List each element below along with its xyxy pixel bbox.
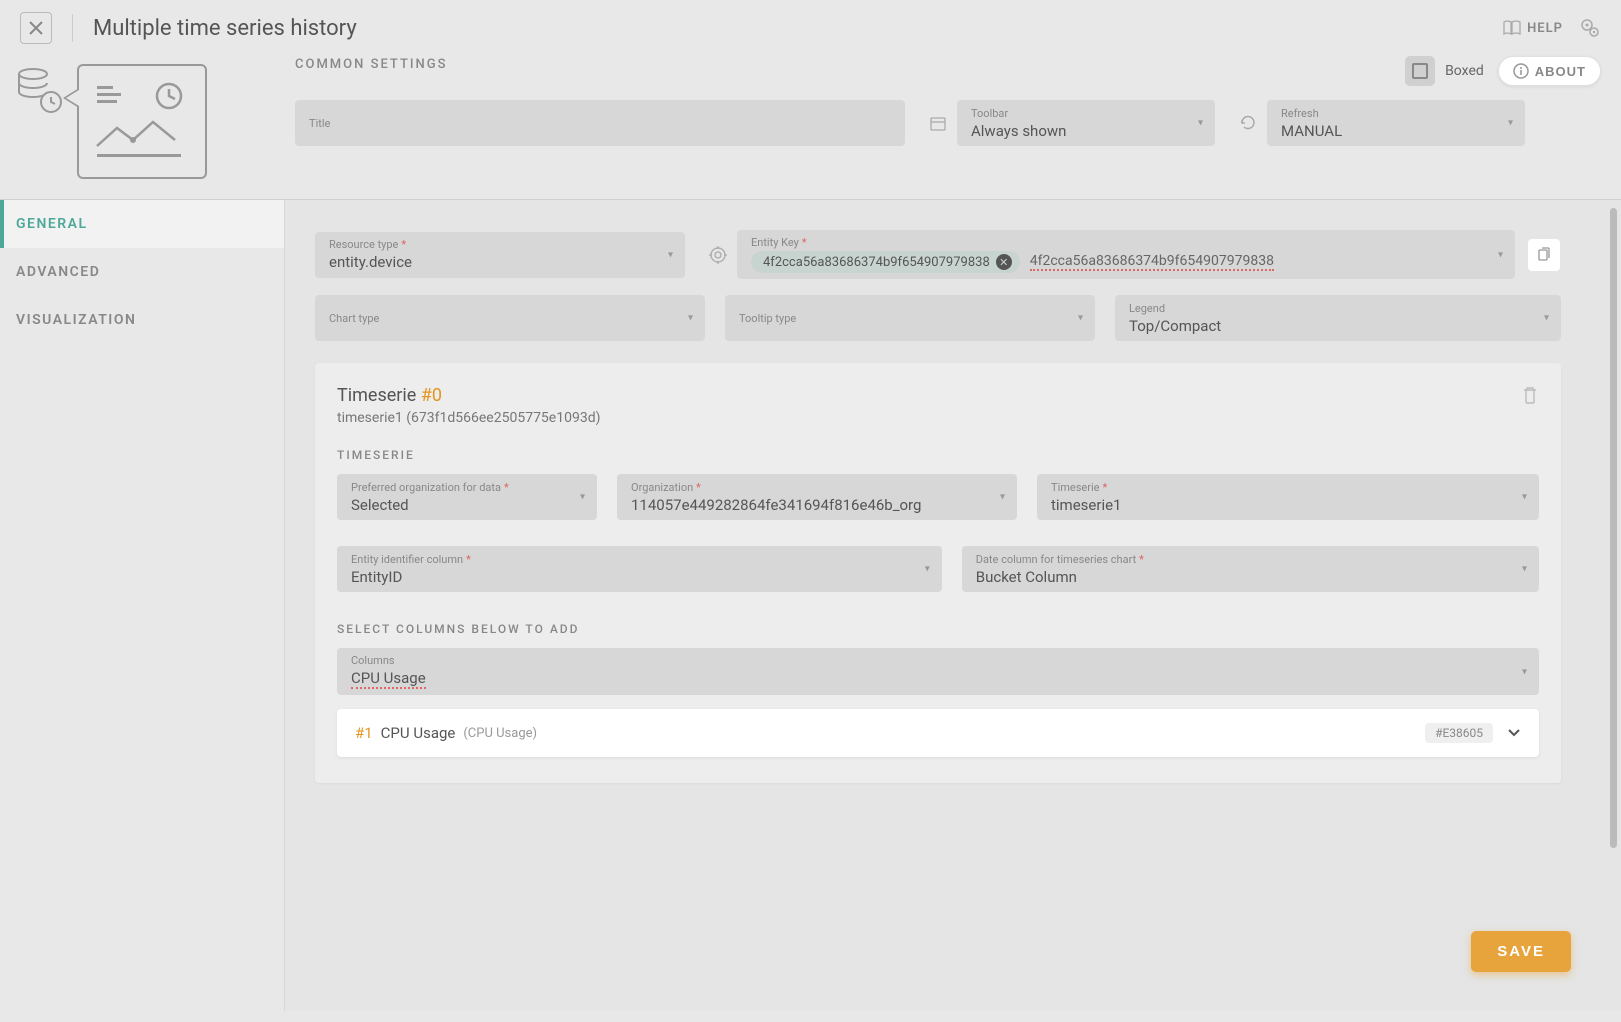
chevron-down-icon: ▾ xyxy=(1522,666,1527,677)
timeserie-subtitle: timeserie1 (673f1d566ee2505775e1093d) xyxy=(337,410,600,426)
book-icon xyxy=(1503,20,1521,36)
toolbar-label: Toolbar xyxy=(971,107,1201,120)
columns-value: CPU Usage xyxy=(351,669,1525,689)
chart-type-select[interactable]: Chart type ▾ xyxy=(315,295,705,341)
chevron-down-icon: ▾ xyxy=(1000,492,1005,503)
sidebar: GENERAL ADVANCED VISUALIZATION xyxy=(0,200,285,1011)
ent-col-value: EntityID xyxy=(351,568,928,586)
tab-general[interactable]: GENERAL xyxy=(0,200,284,248)
common-settings-label: COMMON SETTINGS xyxy=(295,57,448,72)
content-panel: Resource type* entity.device ▾ Entity Ke… xyxy=(285,200,1621,1011)
close-icon xyxy=(29,21,43,35)
timeserie-section-label: TIMESERIE xyxy=(337,448,1539,462)
entity-key-input[interactable]: Entity Key* 4f2cca56a83686374b9f65490797… xyxy=(737,230,1515,279)
close-button[interactable] xyxy=(20,12,52,44)
chevron-down-icon: ▾ xyxy=(580,492,585,503)
chevron-down-icon[interactable] xyxy=(1507,728,1521,738)
legend-value: Top/Compact xyxy=(1129,317,1547,335)
resource-type-select[interactable]: Resource type* entity.device ▾ xyxy=(315,232,685,278)
date-col-select[interactable]: Date column for timeseries chart* Bucket… xyxy=(962,546,1539,592)
target-icon xyxy=(705,242,731,268)
legend-select[interactable]: Legend Top/Compact ▾ xyxy=(1115,295,1561,341)
entity-chip: 4f2cca56a83686374b9f654907979838 ✕ xyxy=(751,251,1020,273)
resource-value: entity.device xyxy=(329,253,671,271)
toolbar-select[interactable]: Toolbar Always shown ▾ xyxy=(957,100,1215,146)
chart-preview-icon xyxy=(77,64,207,179)
header-divider xyxy=(72,14,73,42)
chevron-down-icon: ▾ xyxy=(1198,118,1203,129)
db-clock-icon xyxy=(15,64,65,114)
chevron-down-icon: ▾ xyxy=(1544,313,1549,324)
square-icon xyxy=(1412,63,1428,79)
chip-text: 4f2cca56a83686374b9f654907979838 xyxy=(763,255,990,270)
copy-button[interactable] xyxy=(1527,238,1561,272)
column-item[interactable]: #1 CPU Usage (CPU Usage) #E38605 xyxy=(337,709,1539,757)
column-name: CPU Usage xyxy=(381,724,456,742)
resource-label: Resource type xyxy=(329,238,398,251)
widget-icon-area xyxy=(15,56,295,179)
title-label: Title xyxy=(309,117,891,130)
title-input[interactable]: Title xyxy=(295,100,905,146)
organization-select[interactable]: Organization* 114057e449282864fe341694f8… xyxy=(617,474,1017,520)
ts-label: Timeserie xyxy=(1051,481,1099,494)
scrollbar[interactable] xyxy=(1610,208,1617,848)
org-value: 114057e449282864fe341694f816e46b_org xyxy=(631,496,1003,514)
date-col-value: Bucket Column xyxy=(976,568,1525,586)
legend-label: Legend xyxy=(1129,302,1547,315)
refresh-value: MANUAL xyxy=(1281,122,1511,140)
refresh-icon xyxy=(1235,110,1261,136)
refresh-select[interactable]: Refresh MANUAL ▾ xyxy=(1267,100,1525,146)
chip-remove-icon[interactable]: ✕ xyxy=(996,254,1012,270)
org-label: Organization xyxy=(631,481,693,494)
info-icon xyxy=(1513,63,1529,79)
chart-type-label: Chart type xyxy=(329,312,691,325)
timeserie-panel: Timeserie #0 timeserie1 (673f1d566ee2505… xyxy=(315,363,1561,783)
pref-org-label: Preferred organization for data xyxy=(351,481,501,494)
settings-icon[interactable] xyxy=(1579,17,1601,39)
copy-icon xyxy=(1536,247,1552,263)
toolbar-value: Always shown xyxy=(971,122,1201,140)
timeserie-select[interactable]: Timeserie* timeserie1 ▾ xyxy=(1037,474,1539,520)
help-link[interactable]: HELP xyxy=(1503,20,1563,36)
ts-value: timeserie1 xyxy=(1051,496,1525,514)
entity-col-select[interactable]: Entity identifier column* EntityID ▾ xyxy=(337,546,942,592)
select-columns-label: SELECT COLUMNS BELOW TO ADD xyxy=(337,622,1539,636)
save-button[interactable]: SAVE xyxy=(1471,931,1571,972)
columns-select[interactable]: Columns CPU Usage ▾ xyxy=(337,648,1539,695)
tooltip-type-select[interactable]: Tooltip type ▾ xyxy=(725,295,1095,341)
chevron-down-icon: ▾ xyxy=(668,249,673,260)
date-col-label: Date column for timeseries chart xyxy=(976,553,1136,566)
chevron-down-icon: ▾ xyxy=(1522,492,1527,503)
calendar-icon xyxy=(925,110,951,136)
column-paren: (CPU Usage) xyxy=(463,726,537,741)
chevron-down-icon: ▾ xyxy=(1078,313,1083,324)
page-title: Multiple time series history xyxy=(93,16,357,41)
trash-icon xyxy=(1521,385,1539,405)
help-label: HELP xyxy=(1527,21,1563,36)
pref-org-value: Selected xyxy=(351,496,583,514)
boxed-label: Boxed xyxy=(1445,63,1484,79)
timeserie-title: Timeserie #0 xyxy=(337,385,600,406)
column-idx: #1 xyxy=(355,724,373,742)
entity-key-label: Entity Key xyxy=(751,236,799,249)
chevron-down-icon: ▾ xyxy=(688,313,693,324)
boxed-toggle[interactable]: Boxed xyxy=(1405,56,1484,86)
chevron-down-icon: ▾ xyxy=(925,564,930,575)
entity-text-input[interactable]: 4f2cca56a83686374b9f654907979838 xyxy=(1030,253,1274,271)
color-badge: #E38605 xyxy=(1425,723,1493,743)
tooltip-type-label: Tooltip type xyxy=(739,312,1081,325)
about-button[interactable]: ABOUT xyxy=(1498,56,1601,86)
tab-visualization[interactable]: VISUALIZATION xyxy=(0,296,284,344)
chevron-down-icon: ▾ xyxy=(1522,564,1527,575)
columns-label: Columns xyxy=(351,654,1525,667)
refresh-label: Refresh xyxy=(1281,107,1511,120)
tab-advanced[interactable]: ADVANCED xyxy=(0,248,284,296)
ent-col-label: Entity identifier column xyxy=(351,553,463,566)
about-label: ABOUT xyxy=(1535,64,1586,79)
pref-org-select[interactable]: Preferred organization for data* Selecte… xyxy=(337,474,597,520)
chevron-down-icon: ▾ xyxy=(1498,249,1503,260)
chevron-down-icon: ▾ xyxy=(1508,118,1513,129)
delete-timeserie-button[interactable] xyxy=(1521,385,1539,405)
